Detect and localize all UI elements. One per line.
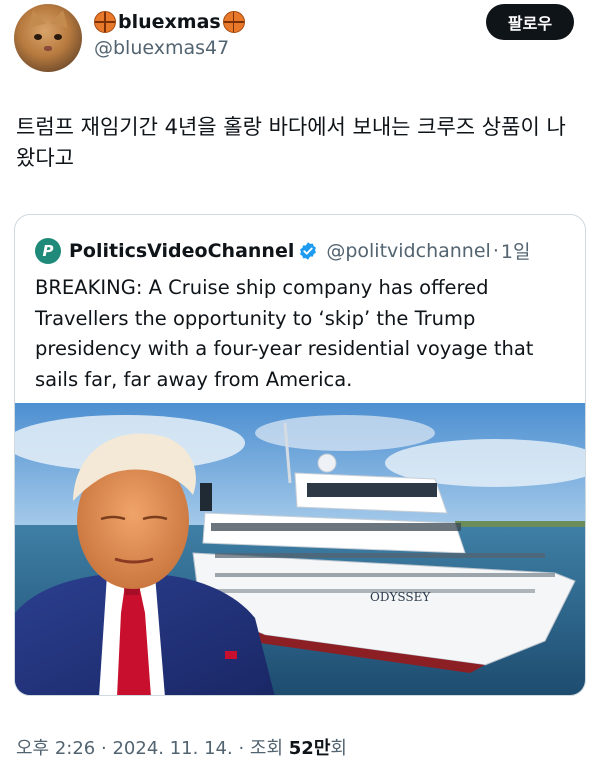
cat-eye-right <box>54 34 62 40</box>
basketball-icon <box>222 11 245 33</box>
cruise-ship-photo: ODYSSEY <box>15 403 585 695</box>
views-label: 조회 <box>249 738 284 759</box>
quote-text: BREAKING: A Cruise ship company has offe… <box>35 276 534 391</box>
author-info[interactable]: bluexmas @bluexmas47 <box>94 8 245 59</box>
quote-timestamp[interactable]: 1일 <box>501 237 531 264</box>
tweet-text: 트럼프 재임기간 4년을 홀랑 바다에서 보내는 크루즈 상품이 나왔다고 <box>16 115 566 170</box>
author-handle[interactable]: @bluexmas47 <box>94 37 245 59</box>
tweet-time[interactable]: 오후 2:26 <box>16 738 95 759</box>
cat-eye-left <box>34 34 42 40</box>
author-avatar[interactable] <box>14 4 82 72</box>
cat-ear-left <box>24 7 46 29</box>
quote-author-handle[interactable]: @politvidchannel <box>326 240 490 262</box>
quote-separator: · <box>492 239 499 262</box>
metadata-separator: · <box>238 738 245 759</box>
cat-nose <box>44 46 52 51</box>
quote-tweet-card[interactable]: P PoliticsVideoChannel @politvidchannel … <box>14 214 586 696</box>
verified-badge-icon <box>300 241 317 260</box>
cat-ear-right <box>50 7 72 29</box>
author-display-name[interactable]: bluexmas <box>118 11 221 33</box>
tweet-metadata: 오후 2:26 · 2024. 11. 14. · 조회 52만회 <box>16 734 347 760</box>
quote-author-avatar[interactable]: P <box>35 237 61 264</box>
quote-header: P PoliticsVideoChannel @politvidchannel … <box>35 237 530 264</box>
follow-button[interactable]: 팔로우 <box>486 4 574 40</box>
quote-author-name[interactable]: PoliticsVideoChannel <box>69 240 294 262</box>
tweet-date[interactable]: 2024. 11. 14. <box>112 738 232 759</box>
views-count: 52만 <box>288 738 331 759</box>
views-suffix: 회 <box>330 738 347 759</box>
quote-image[interactable]: ODYSSEY <box>15 403 585 695</box>
ship-name-label: ODYSSEY <box>370 590 431 604</box>
basketball-icon <box>94 11 116 33</box>
display-name-row: bluexmas <box>94 8 245 36</box>
tweet-page: bluexmas @bluexmas47 팔로우 트럼프 재임기간 4년을 홀랑… <box>0 0 600 768</box>
metadata-separator: · <box>101 738 107 759</box>
